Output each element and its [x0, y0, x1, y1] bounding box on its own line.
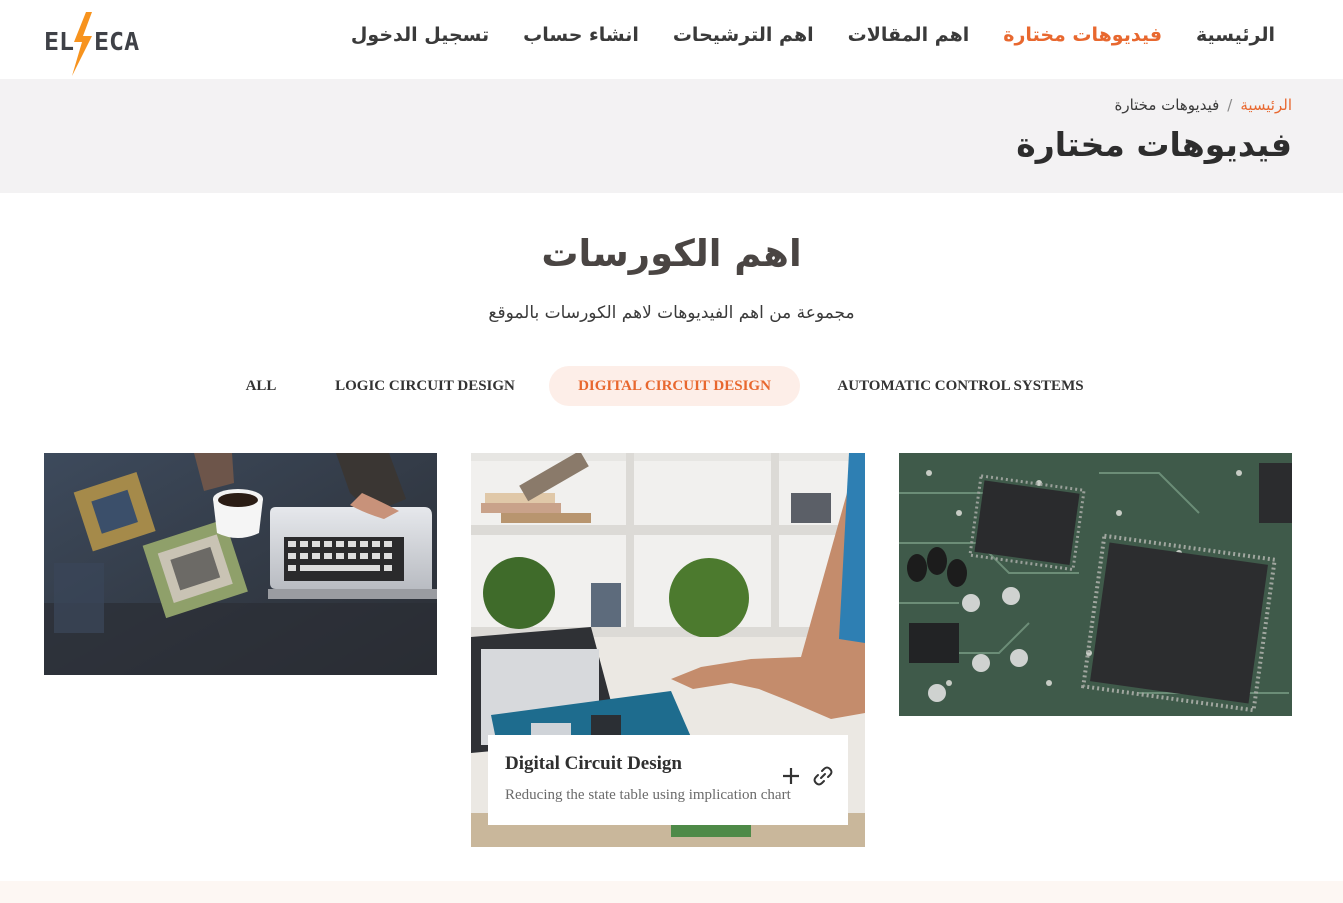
nav-item-recommendations[interactable]: اهم الترشيحات [673, 24, 814, 46]
gallery-caption: Digital Circuit Design Reducing the stat… [488, 735, 848, 825]
nav-item-register[interactable]: انشاء حساب [523, 24, 639, 46]
site-header: EL ECA الرئيسية فيديوهات مختارة اهم المق… [0, 0, 1343, 79]
gallery-item-processors[interactable] [44, 453, 437, 675]
breadcrumb-separator: / [1227, 96, 1233, 114]
page-header-band: الرئيسية / فيديوهات مختارة فيديوهات مختا… [0, 79, 1343, 193]
nav-item-featured-videos[interactable]: فيديوهات مختارة [1003, 24, 1162, 46]
filter-all[interactable]: ALL [230, 366, 292, 406]
filter-digital-circuit-design[interactable]: DIGITAL CIRCUIT DESIGN [549, 366, 800, 406]
filter-automatic-control-systems[interactable]: AUTOMATIC CONTROL SYSTEMS [816, 366, 1105, 406]
course-filter-tabs: ALL LOGIC CIRCUIT DESIGN DIGITAL CIRCUIT… [0, 366, 1343, 406]
nav-item-home[interactable]: الرئيسية [1196, 24, 1275, 46]
plus-icon[interactable] [780, 765, 802, 787]
footer-band [0, 881, 1343, 903]
site-logo[interactable]: EL ECA [44, 12, 146, 78]
green-circuit-board-photo [899, 453, 1292, 716]
logo-text-right: ECA [94, 27, 140, 56]
page-title: فيديوهات مختارة [1016, 125, 1292, 164]
caption-text: Reducing the state table using implicati… [505, 787, 791, 803]
section-title: اهم الكورسات [541, 232, 802, 275]
processor-chips-laptop-photo [44, 453, 437, 675]
breadcrumb-home-link[interactable]: الرئيسية [1240, 96, 1292, 114]
nav-item-login[interactable]: تسجيل الدخول [351, 24, 489, 46]
link-icon[interactable] [812, 765, 834, 787]
section-subtitle: مجموعة من اهم الفيديوهات لاهم الكورسات ب… [488, 303, 855, 323]
lightning-bolt-icon [72, 12, 92, 76]
caption-actions [780, 765, 834, 787]
gallery-item-circuit-board[interactable] [899, 453, 1292, 716]
nav-item-articles[interactable]: اهم المقالات [848, 24, 970, 46]
breadcrumb-current: فيديوهات مختارة [1114, 96, 1220, 114]
filter-logic-circuit-design[interactable]: LOGIC CIRCUIT DESIGN [314, 366, 536, 406]
gallery-item-digital-circuit[interactable]: Digital Circuit Design Reducing the stat… [471, 453, 865, 847]
main-nav: الرئيسية فيديوهات مختارة اهم المقالات اه… [351, 24, 1275, 46]
breadcrumb: الرئيسية / فيديوهات مختارة [1114, 96, 1292, 114]
